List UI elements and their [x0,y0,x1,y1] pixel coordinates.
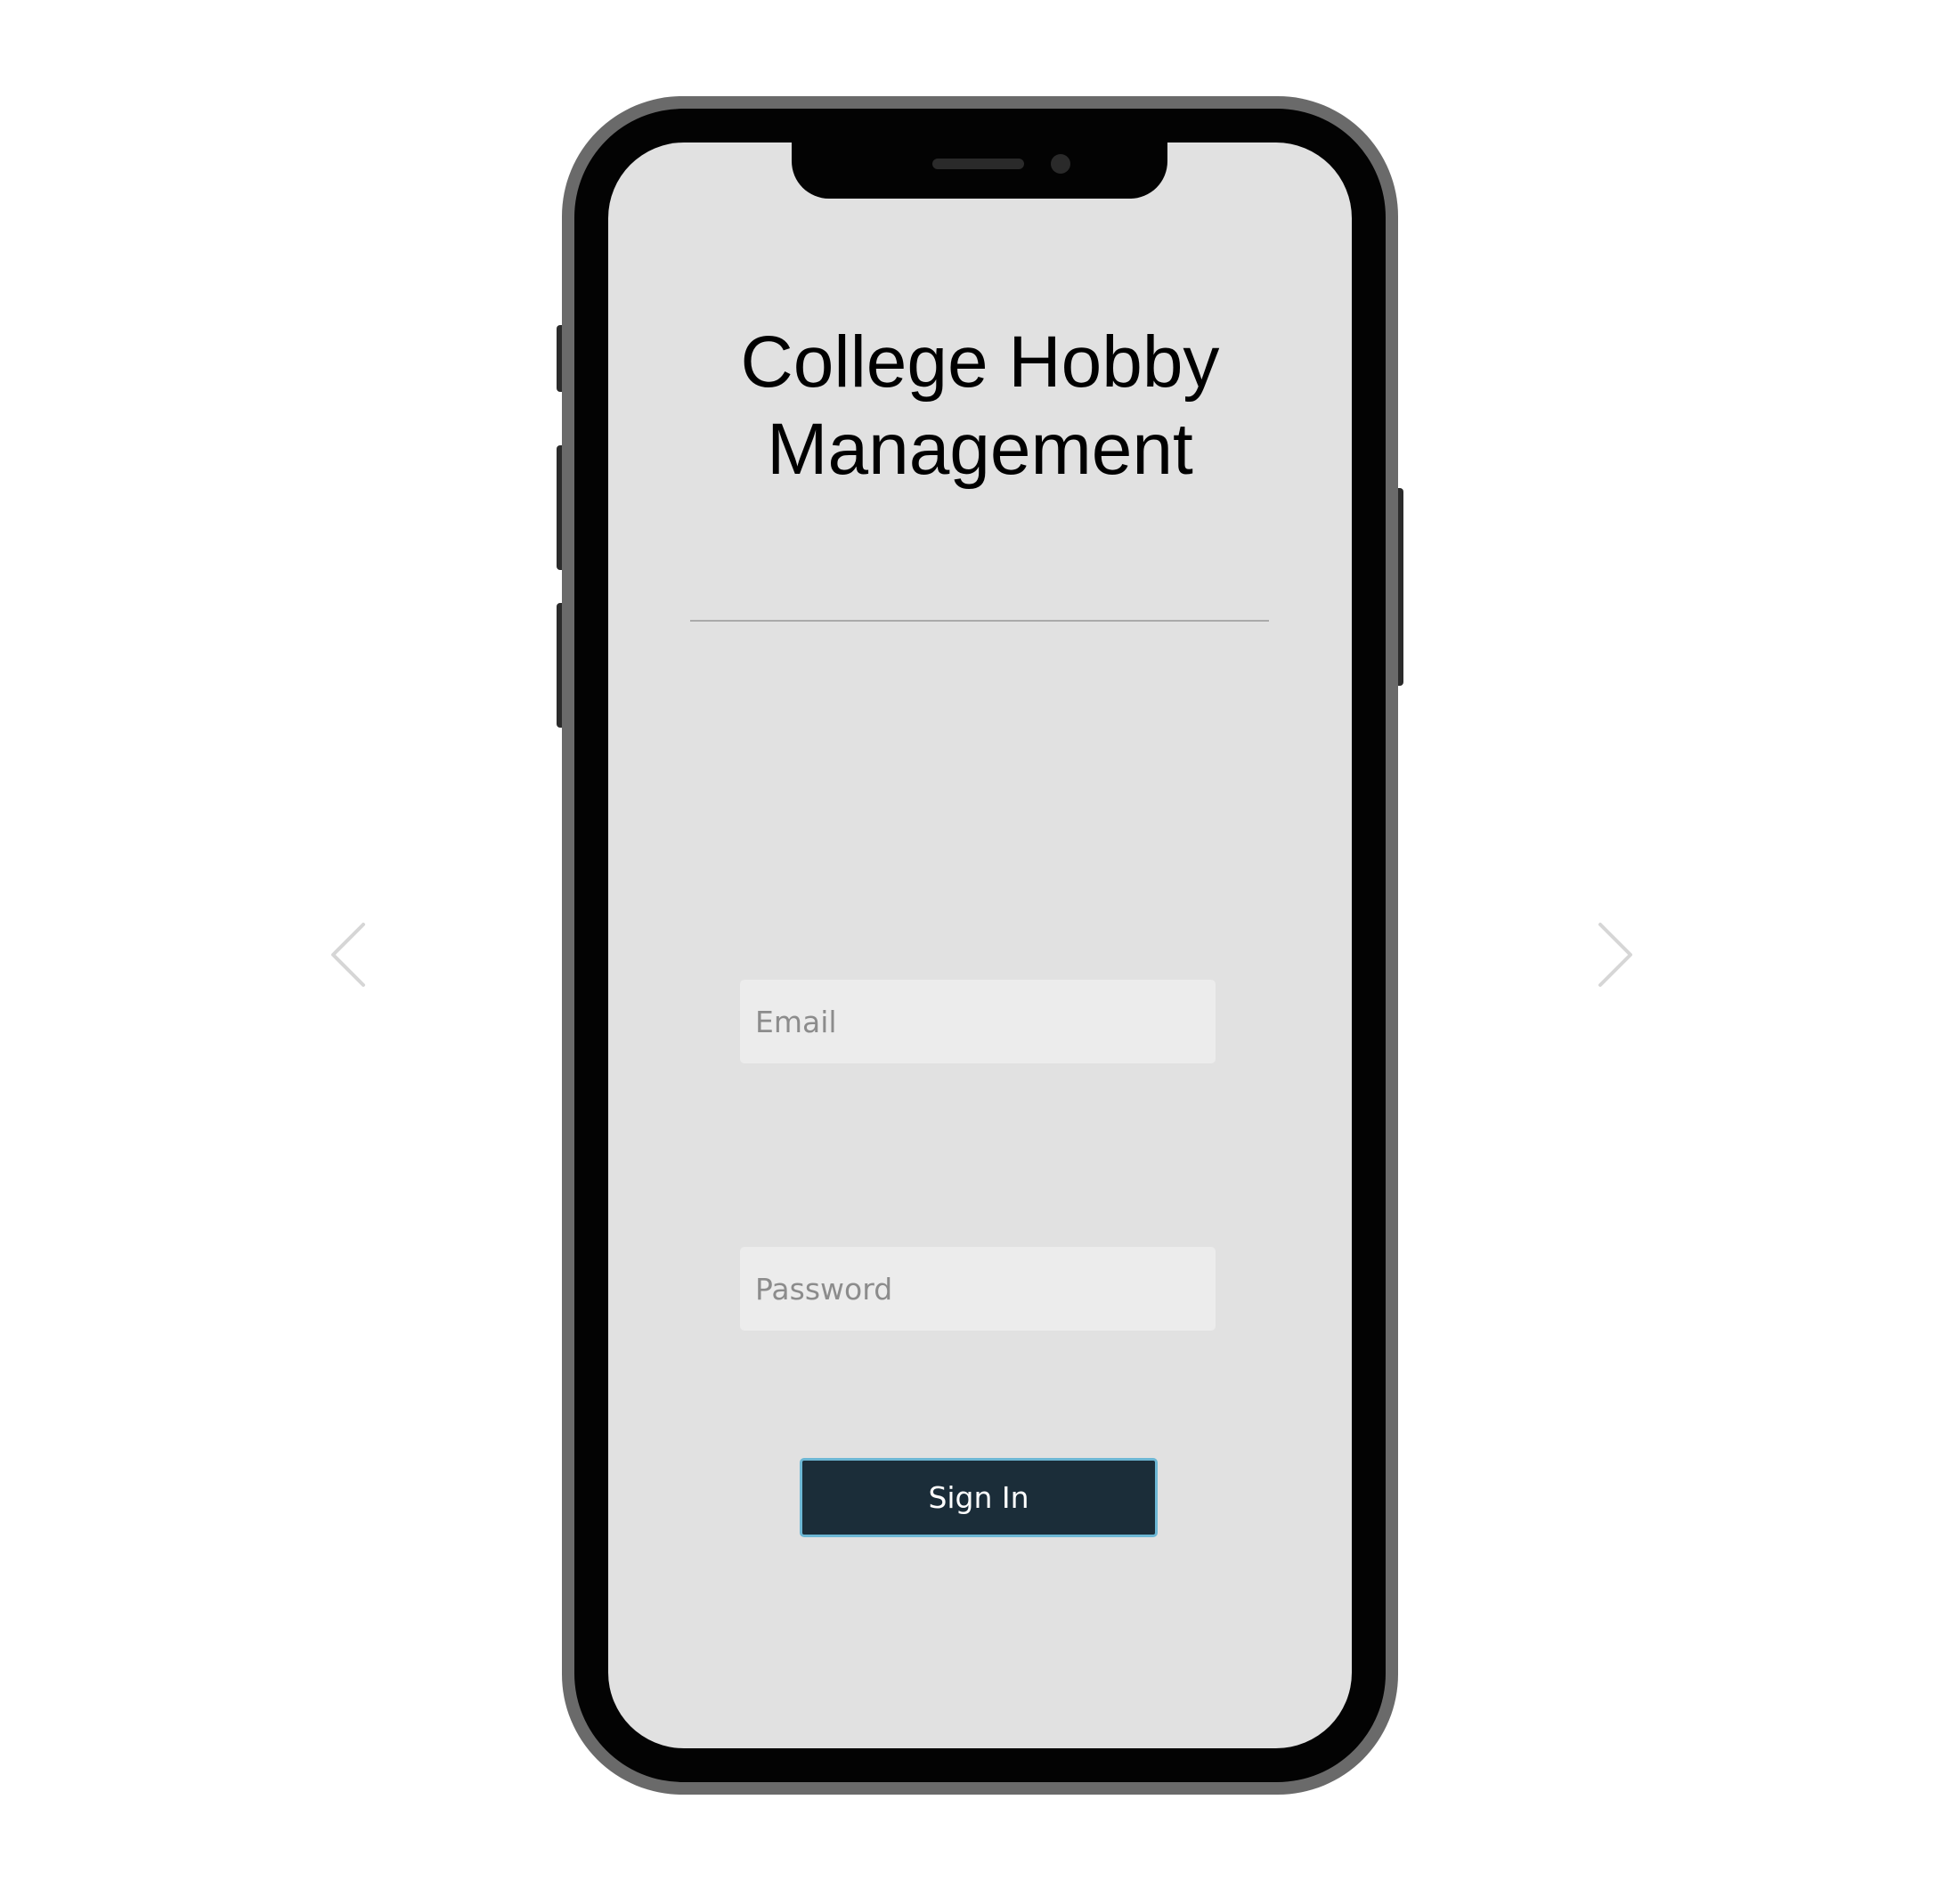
password-input[interactable] [740,1247,1216,1331]
carousel-prev-button[interactable] [321,919,383,990]
title-divider [690,620,1269,622]
speaker-grille-icon [932,159,1024,169]
chevron-right-icon [1598,923,1632,987]
sign-in-button[interactable]: Sign In [800,1458,1158,1537]
app-title: College Hobby Management [740,322,1220,490]
carousel-next-button[interactable] [1581,919,1643,990]
chevron-left-icon [331,923,365,987]
mockup-stage: College Hobby Management Sign In [0,0,1960,1881]
email-input[interactable] [740,980,1216,1063]
front-camera-icon [1051,154,1070,174]
